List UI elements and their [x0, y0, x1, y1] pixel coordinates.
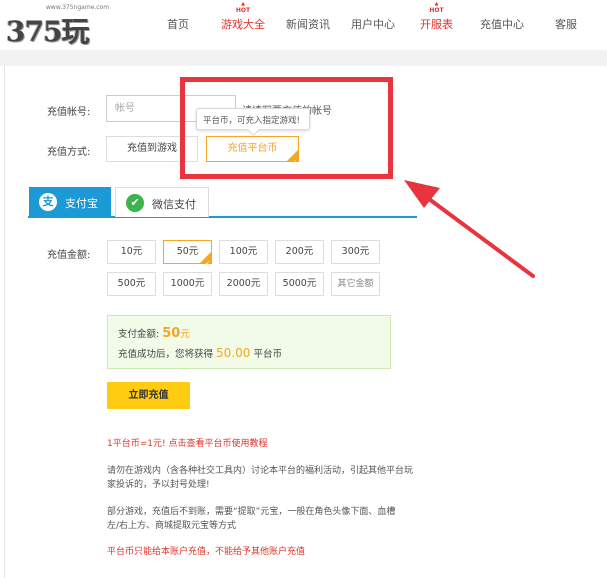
annotation-arrow [404, 180, 535, 278]
